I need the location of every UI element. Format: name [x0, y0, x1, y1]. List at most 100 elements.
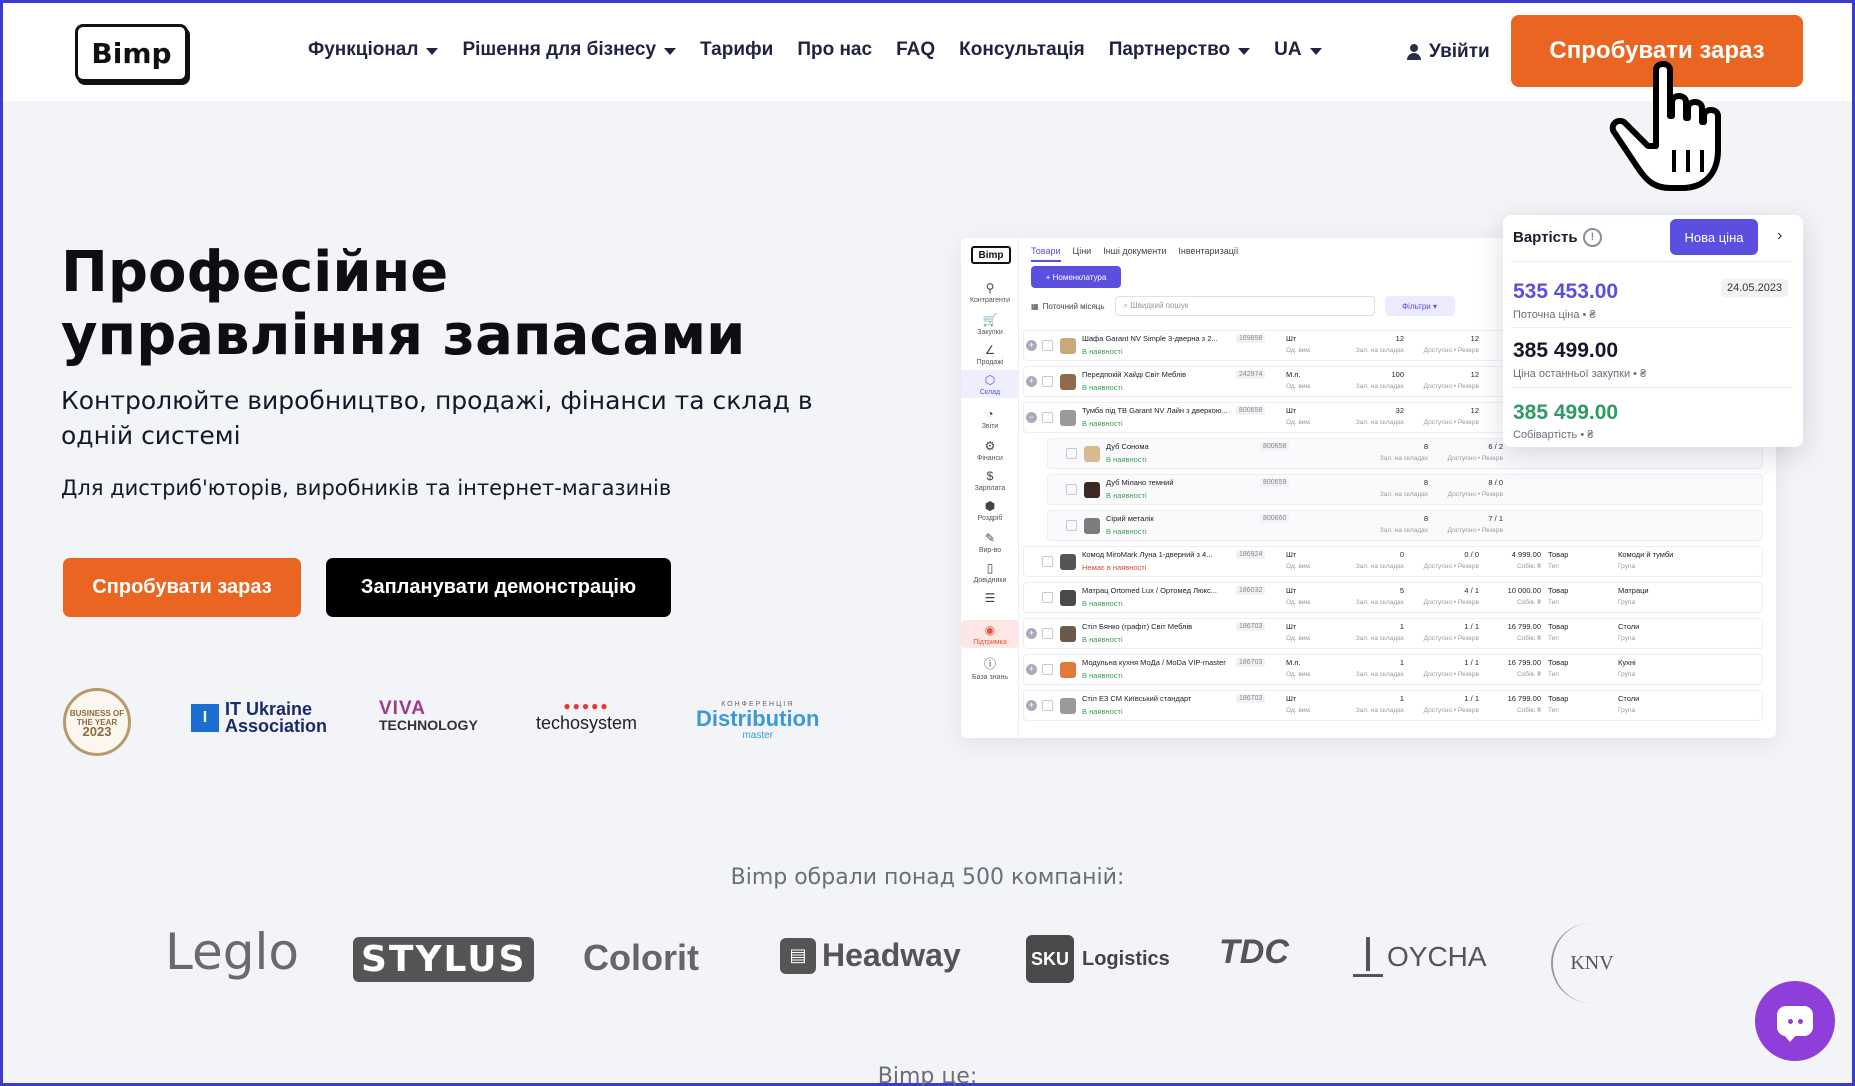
try-now-button[interactable]: Спробувати зараз	[63, 558, 301, 617]
availability-status: В наявності	[1082, 419, 1123, 428]
availability-status: В наявності	[1106, 527, 1147, 536]
row-checkbox[interactable]	[1042, 592, 1053, 603]
sidebar-item[interactable]: 🛒 Закупки	[961, 310, 1019, 338]
cost-value: 16 799.00	[1507, 694, 1541, 703]
cost-value: 16 799.00	[1507, 658, 1541, 667]
tab-inventory[interactable]: Інвентаризації	[1178, 242, 1238, 262]
product-name[interactable]: Матрац Ortomed Lux / Ортомед Люкс...	[1082, 586, 1232, 595]
row-checkbox[interactable]	[1042, 412, 1053, 423]
table-row[interactable]: Матрац Ortomed Lux / Ортомед Люкс... В на…	[1023, 582, 1763, 613]
hero-title: Професійне управління запасами	[61, 240, 746, 368]
product-thumbnail	[1060, 626, 1076, 642]
tab-goods[interactable]: Товари	[1031, 242, 1061, 262]
sidebar-icon: ⚙	[984, 439, 996, 453]
row-checkbox[interactable]	[1042, 556, 1053, 567]
nav-functionality[interactable]: Функціонал	[308, 39, 439, 61]
group-value: Столи	[1618, 622, 1640, 631]
chat-widget-button[interactable]	[1755, 981, 1835, 1061]
expand-toggle-icon[interactable]: +	[1026, 664, 1037, 675]
row-checkbox[interactable]	[1066, 448, 1077, 459]
sidebar-item[interactable]: ⚲ Контрагенти	[961, 278, 1019, 306]
stylus-logo: STYLUS	[353, 937, 535, 982]
stock-label: Зал. на складах	[1379, 527, 1428, 534]
chevron-right-icon[interactable]: ›	[1777, 227, 1782, 245]
expand-toggle-icon[interactable]: +	[1026, 340, 1037, 351]
product-code: 186924	[1236, 550, 1266, 559]
tab-other-docs[interactable]: Інші документи	[1103, 242, 1166, 262]
row-checkbox[interactable]	[1042, 340, 1053, 351]
sidebar-item[interactable]: ⬢ Роздріб	[961, 496, 1019, 524]
table-row[interactable]: Сірий металік В наявності 800660 8 Зал. на с…	[1047, 510, 1763, 541]
language-selector[interactable]: UA	[1274, 39, 1322, 61]
schedule-demo-button[interactable]: Запланувати демонстрацію	[326, 558, 671, 617]
cost-label: Собів. ₴	[1516, 563, 1541, 570]
add-nomenclature-button[interactable]: + Номенклатура	[1031, 266, 1121, 288]
knv-logo: KNV	[1551, 923, 1631, 1003]
month-selector[interactable]: ▦ Поточний місяць	[1031, 302, 1105, 311]
stock-label: Зал. на складах	[1355, 599, 1404, 606]
filters-button[interactable]: Фільтри ▾	[1384, 296, 1455, 316]
tab-prices[interactable]: Ціни	[1073, 242, 1092, 262]
login-link[interactable]: Увійти	[1407, 41, 1490, 63]
stock-value: 8	[1423, 478, 1428, 487]
nav-about[interactable]: Про нас	[797, 39, 872, 61]
table-row[interactable]: + Стіл Бянко (графіт) Світ Меблів В наявно…	[1023, 618, 1763, 649]
unit-label: Од. вим.	[1286, 635, 1312, 642]
row-checkbox[interactable]	[1042, 664, 1053, 675]
product-name[interactable]: Модульна кухня МоДа / MoDa VIP-master	[1082, 658, 1232, 667]
table-row[interactable]: Комод MiroMark Луна 1-дверний з 4... Нема…	[1023, 546, 1763, 577]
info-icon[interactable]: !	[1583, 228, 1602, 247]
awards-row: BUSINESS OF THE YEAR 2023 I IT Ukraine As…	[61, 683, 821, 758]
sidebar-item[interactable]: ◉ Підтримка	[961, 620, 1019, 648]
expand-toggle-icon[interactable]: +	[1026, 700, 1037, 711]
stock-value: 5	[1399, 586, 1404, 595]
nav-pricing[interactable]: Тарифи	[700, 39, 773, 61]
sidebar-item[interactable]: $ Зарплата	[961, 466, 1019, 494]
sidebar-item[interactable]: ▯ Довідники	[961, 558, 1019, 586]
type-label: Тип	[1548, 671, 1559, 678]
sidebar-item[interactable]: ◔ Звіти	[961, 404, 1019, 432]
type-value: Товар	[1548, 550, 1569, 559]
table-row[interactable]: Дуб Мілано темний В наявності 800659 8 Зал. …	[1047, 474, 1763, 505]
row-checkbox[interactable]	[1042, 376, 1053, 387]
product-name[interactable]: Тумба під ТВ Garant NV Лайн з дверкою...	[1082, 406, 1232, 415]
product-code: 242974	[1236, 370, 1266, 379]
nav-consultation[interactable]: Консультація	[959, 39, 1085, 61]
unit-value: М.п.	[1286, 658, 1301, 667]
product-name[interactable]: Комод MiroMark Луна 1-дверний з 4...	[1082, 550, 1232, 559]
nav-label: Партнерство	[1108, 39, 1231, 60]
expand-toggle-icon[interactable]: +	[1026, 628, 1037, 639]
sidebar-item[interactable]: ☰	[961, 588, 1019, 616]
row-checkbox[interactable]	[1042, 700, 1053, 711]
sidebar-item[interactable]: ✎ Вир-во	[961, 528, 1019, 556]
nav-faq[interactable]: FAQ	[896, 39, 935, 61]
product-name[interactable]: Шафа Garant NV Simple 3-дверна з 2...	[1082, 334, 1232, 343]
sidebar-item[interactable]: ⚙ Фінанси	[961, 436, 1019, 464]
group-label: Група	[1618, 599, 1636, 606]
product-name[interactable]: Стіл Бянко (графіт) Світ Меблів	[1082, 622, 1232, 631]
quick-search-input[interactable]: ⌕ Швидкий пошук	[1114, 296, 1375, 316]
nav-business-solutions[interactable]: Рішення для бізнесу	[462, 39, 677, 61]
new-price-button[interactable]: Нова ціна	[1670, 219, 1758, 255]
expand-toggle-icon[interactable]: −	[1026, 412, 1037, 423]
product-name[interactable]: Передпокій Хайді Світ Меблів	[1082, 370, 1232, 379]
table-row[interactable]: + Стіл ЕЗ СМ Київський стандарт В наявност…	[1023, 690, 1763, 721]
sidebar-icon: $	[986, 469, 994, 483]
availability-status: В наявності	[1082, 599, 1123, 608]
sidebar-item[interactable]: ∠ Продажі	[961, 340, 1019, 368]
product-thumbnail	[1084, 446, 1100, 462]
group-value: Матраци	[1618, 586, 1649, 595]
nav-partnership[interactable]: Партнерство	[1108, 39, 1251, 61]
product-name[interactable]: Дуб Мілано темний	[1106, 478, 1256, 487]
product-name[interactable]: Сірий металік	[1106, 514, 1256, 523]
row-checkbox[interactable]	[1042, 628, 1053, 639]
row-checkbox[interactable]	[1066, 484, 1077, 495]
product-name[interactable]: Дуб Сонома	[1106, 442, 1256, 451]
sidebar-item[interactable]: ⓘ База знань	[961, 652, 1019, 681]
table-row[interactable]: + Модульна кухня МоДа / MoDa VIP-master В …	[1023, 654, 1763, 685]
row-checkbox[interactable]	[1066, 520, 1077, 531]
product-name[interactable]: Стіл ЕЗ СМ Київський стандарт	[1082, 694, 1232, 703]
bimp-logo[interactable]: Bimp	[75, 24, 188, 82]
sidebar-item[interactable]: ⬡ Склад	[961, 370, 1019, 398]
expand-toggle-icon[interactable]: +	[1026, 376, 1037, 387]
